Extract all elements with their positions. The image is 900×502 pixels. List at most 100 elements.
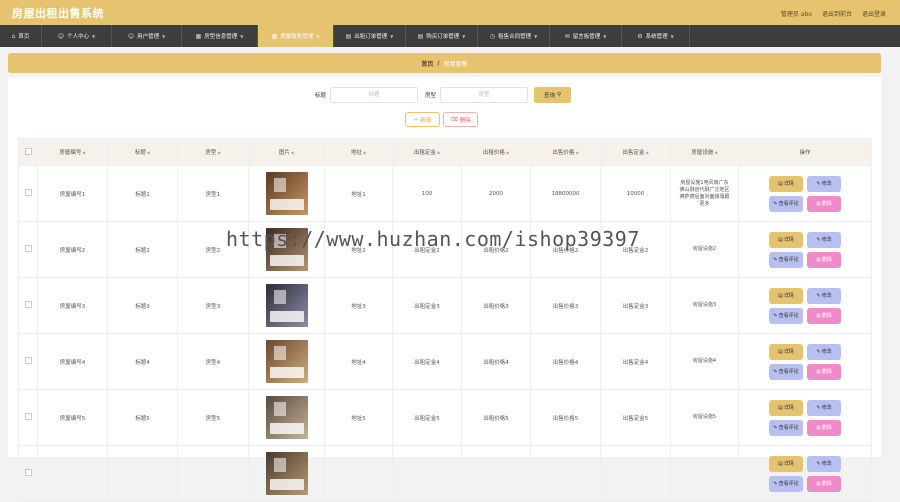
delete-button[interactable]: ▥ 删除	[807, 195, 841, 212]
house-photo[interactable]	[265, 284, 308, 327]
edit-button[interactable]: ✎ 修改	[807, 399, 841, 416]
trash-icon: ▥	[816, 368, 821, 375]
row-checkbox-cell[interactable]	[18, 165, 38, 222]
view-reviews-button[interactable]: ✎ 查看评论	[769, 251, 803, 268]
edit-button[interactable]: ✎ 修改	[807, 287, 841, 304]
row-checkbox[interactable]	[24, 189, 32, 196]
row-checkbox-cell[interactable]	[18, 277, 38, 334]
house-photo[interactable]	[265, 340, 308, 383]
view-reviews-button[interactable]: ✎ 查看评论	[769, 363, 803, 380]
nav-item-9[interactable]: ✉ 留言板管理 ▼	[550, 25, 622, 47]
column-header[interactable]: 地址 ◆	[324, 138, 393, 166]
detail-button[interactable]: ▤ 详情	[769, 343, 803, 360]
delete-button[interactable]: ▥ 删除	[807, 475, 841, 492]
delete-button[interactable]: ▥ 删除	[807, 251, 841, 268]
nav-item-8[interactable]: ◷ 租售合同管理 ▼	[478, 25, 550, 47]
row-checkbox[interactable]	[24, 413, 32, 420]
detail-button[interactable]: ▤ 详情	[769, 287, 803, 304]
title-search-input[interactable]: 标题	[330, 87, 418, 103]
row-checkbox[interactable]	[24, 469, 32, 476]
sort-icon[interactable]: ◆	[146, 150, 150, 155]
edit-button[interactable]: ✎ 修改	[807, 455, 841, 472]
table-row[interactable]: 房屋编号3 标题3 房型3 地址3 出租定金3 出租价格3 出售价格3 出售定金3 房屋设施3 ▤…	[18, 277, 872, 334]
delete-button[interactable]: ▥ 删除	[807, 307, 841, 324]
detail-button[interactable]: ▤ 详情	[769, 175, 803, 192]
view-reviews-button[interactable]: ✎ 查看评论	[769, 195, 803, 212]
sort-icon[interactable]: ◆	[290, 150, 294, 155]
table-row[interactable]: ▤ 详情 ✎ 修改 ✎ 查看评论 ▥ 删除	[18, 445, 872, 502]
delete-button[interactable]: ▥ 删除	[807, 419, 841, 436]
nav-item-10[interactable]: ⚙ 系统管理 ▼	[622, 25, 690, 47]
detail-button[interactable]: ▤ 详情	[769, 455, 803, 472]
table-row[interactable]: 房屋编号1 标题1 房型1 地址1 100 2000 18800000 10000 房屋设施1电…	[18, 165, 872, 222]
edit-button[interactable]: ✎ 修改	[807, 231, 841, 248]
nav-item-1[interactable]: ⌂ 首页	[0, 25, 42, 47]
view-reviews-button[interactable]: ✎ 查看评论	[769, 307, 803, 324]
sort-icon[interactable]: ◆	[81, 150, 86, 155]
row-checkbox-cell[interactable]	[18, 221, 38, 278]
column-header[interactable]: 房屋设施 ◆	[670, 138, 739, 166]
row-checkbox-cell[interactable]	[18, 445, 38, 502]
column-header[interactable]: 房屋编号 ◆	[37, 138, 108, 166]
batch-delete-button[interactable]: ⌫ 删除	[443, 112, 478, 127]
table-row[interactable]: 房屋编号4 标题4 房型4 地址4 出租定金4 出租价格4 出售价格4 出售定金4 房屋设施4 ▤…	[18, 333, 872, 390]
nav-item-2[interactable]: ☺ 个人中心 ▼	[42, 25, 112, 47]
select-all-checkbox[interactable]	[24, 147, 32, 155]
select-all-checkbox-cell[interactable]	[18, 138, 38, 166]
column-header: 操作	[738, 138, 872, 166]
detail-label: 详情	[783, 349, 794, 355]
column-header[interactable]: 标题 ◆	[107, 138, 178, 166]
row-checkbox-cell[interactable]	[18, 389, 38, 446]
edit-label: 修改	[821, 181, 832, 187]
exit-to-front-link[interactable]: 退出到前台	[822, 9, 852, 18]
logout-link[interactable]: 退出登录	[862, 9, 886, 18]
row-checkbox[interactable]	[24, 357, 32, 364]
house-photo[interactable]	[265, 452, 308, 495]
row-checkbox[interactable]	[24, 301, 32, 308]
nav-item-5[interactable]: ▦ 房屋租售管理 ▼	[258, 25, 334, 47]
detail-button[interactable]: ▤ 详情	[769, 231, 803, 248]
nav-item-label: 房屋租售管理	[280, 34, 314, 40]
column-header[interactable]: 出租价格 ◆	[461, 138, 531, 166]
nav-item-7[interactable]: ▤ 购买订单管理 ▼	[406, 25, 478, 47]
nav-item-4[interactable]: ▦ 房型信息管理 ▼	[182, 25, 258, 47]
column-header[interactable]: 出租定金 ◆	[392, 138, 462, 166]
view-reviews-button[interactable]: ✎ 查看评论	[769, 475, 803, 492]
sort-icon[interactable]: ◆	[436, 150, 440, 155]
add-button[interactable]: + 新增	[405, 112, 440, 127]
edit-button[interactable]: ✎ 修改	[807, 175, 841, 192]
edit-button[interactable]: ✎ 修改	[807, 343, 841, 360]
cell-title: 标题1	[107, 165, 178, 222]
trash-icon: ▥	[816, 424, 821, 431]
row-checkbox[interactable]	[24, 245, 32, 252]
column-header[interactable]: 房型 ◆	[177, 138, 249, 166]
breadcrumb-home[interactable]: 首页	[421, 59, 433, 68]
chevron-down-icon: ▼	[240, 33, 244, 39]
detail-button[interactable]: ▤ 详情	[769, 399, 803, 416]
sort-icon[interactable]: ◆	[216, 150, 221, 155]
table-row[interactable]: 房屋编号5 标题5 房型5 地址5 出租定金5 出租价格5 出售价格5 出售定金5 房屋设施5 ▤…	[18, 389, 872, 446]
sort-icon[interactable]: ◆	[644, 150, 649, 155]
row-actions: ▤ 详情 ✎ 修改 ✎ 查看评论 ▥ 删除	[740, 343, 870, 380]
nav-item-6[interactable]: ▤ 出租订单管理 ▼	[334, 25, 406, 47]
column-header[interactable]: 出售价格 ◆	[530, 138, 601, 166]
cell-text: 房屋设施5	[692, 414, 717, 420]
sort-icon[interactable]: ◆	[713, 150, 718, 155]
row-checkbox-cell[interactable]	[18, 333, 38, 390]
column-header[interactable]: 图片 ◆	[248, 138, 325, 166]
type-search-input[interactable]: 房型	[440, 87, 528, 103]
sort-icon[interactable]: ◆	[505, 150, 509, 155]
delete-button[interactable]: ▥ 删除	[807, 363, 841, 380]
sort-icon[interactable]: ◆	[574, 150, 579, 155]
search-button[interactable]: 查询 ⚲	[534, 87, 571, 103]
sort-icon[interactable]: ◆	[362, 150, 366, 155]
cell-no: 房屋编号1	[37, 165, 108, 222]
view-reviews-button[interactable]: ✎ 查看评论	[769, 419, 803, 436]
house-photo[interactable]	[265, 172, 308, 215]
nav-item-3[interactable]: ☺ 用户管理 ▼	[112, 25, 182, 47]
pencil-icon: ✎	[773, 424, 778, 431]
column-header[interactable]: 出售定金 ◆	[600, 138, 671, 166]
house-photo[interactable]	[265, 396, 308, 439]
cell-facilities	[670, 445, 739, 502]
column-header-label: 房屋编号	[59, 150, 82, 156]
